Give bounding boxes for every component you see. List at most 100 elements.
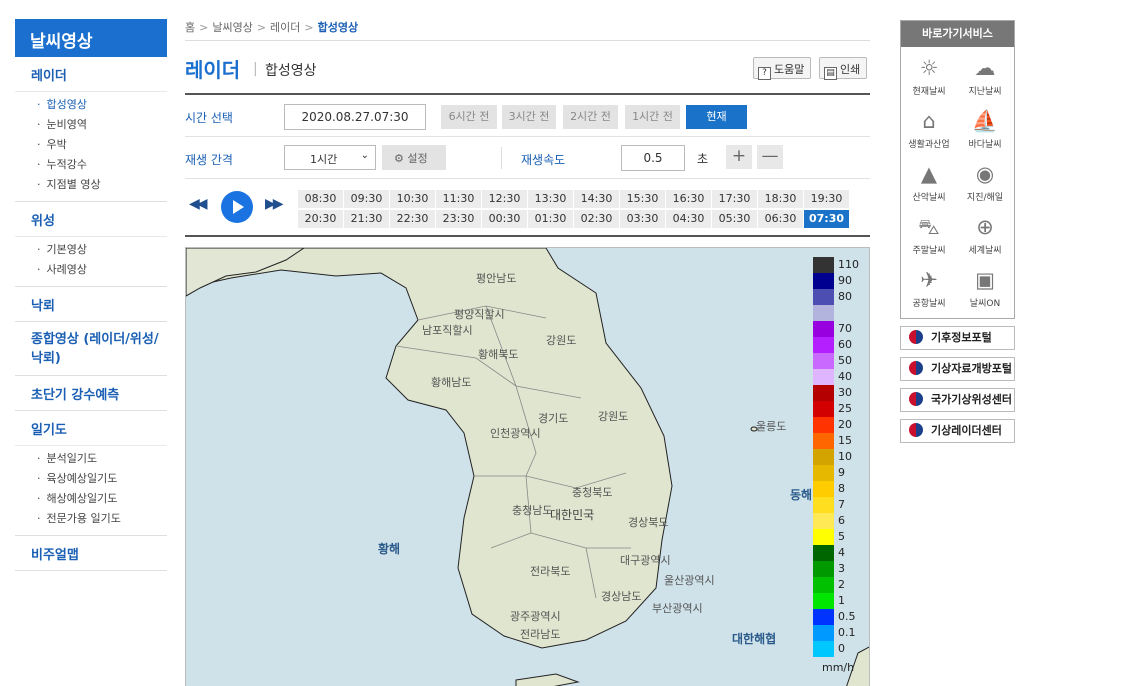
legend-label: 0.1 — [838, 626, 856, 639]
tv-icon: ▣ — [975, 268, 995, 292]
main-content: 홈 > 날씨영상 > 레이더 > 합성영상 레이더 | 합성영상 ? 도움말 ▤ 인쇄 시간 선… — [185, 19, 870, 686]
menu-group-radar: 레이더 합성영상 눈비영역 우박 누적강수 지점별 영상 — [15, 57, 167, 202]
quick-service-grid: ☼ 현재날씨 ☁ 지난날씨 ⌂ 생활과산업 ⛵ 바다날씨 ▲ 산악날씨 ◉ 지진/해일 ⛍ 주말날씨 ⊕ 세계… — [901, 47, 1014, 309]
quick-item[interactable]: ☼ 현재날씨 — [901, 53, 957, 106]
sea-label: 황해 — [378, 542, 401, 556]
time-slot[interactable]: 05:30 — [712, 210, 757, 228]
time-slot[interactable]: 02:30 — [574, 210, 619, 228]
time-slot[interactable]: 06:30 — [758, 210, 803, 228]
quick-item[interactable]: ▣ 날씨ON — [957, 265, 1013, 318]
time-slot[interactable]: 04:30 — [666, 210, 711, 228]
map-label: 대구광역시 — [620, 554, 671, 567]
two-hours-ago-button[interactable]: 2시간 전 — [563, 105, 618, 129]
quick-item[interactable]: ⌂ 생활과산업 — [901, 106, 957, 159]
breadcrumb-radar[interactable]: 레이더 — [270, 21, 300, 34]
speed-minus-button[interactable]: — — [757, 145, 783, 169]
radar-map[interactable]: 평안남도 평양직할시 남포직할시 황해북도 강원도 황해남도 경기도 강원도 인… — [185, 247, 870, 686]
breadcrumb-home[interactable]: 홈 — [185, 21, 195, 34]
settings-button[interactable]: ⚙ 설정 — [382, 145, 446, 170]
now-button[interactable]: 현재 — [686, 105, 747, 129]
menu-visual-map[interactable]: 비주얼맵 — [15, 536, 167, 570]
legend-label: 15 — [838, 434, 852, 447]
menu-lightning[interactable]: 낙뢰 — [15, 287, 167, 321]
title-divider: | — [253, 61, 258, 77]
menu-satellite-basic[interactable]: 기본영상 — [37, 240, 167, 260]
one-hour-ago-button[interactable]: 1시간 전 — [625, 105, 680, 129]
six-hours-ago-button[interactable]: 6시간 전 — [441, 105, 497, 129]
legend-label: 0 — [838, 642, 845, 655]
menu-radar[interactable]: 레이더 — [15, 57, 167, 91]
menu-radar-precip-area[interactable]: 눈비영역 — [37, 115, 167, 135]
time-slot[interactable]: 12:30 — [482, 190, 527, 208]
time-slot[interactable]: 21:30 — [344, 210, 389, 228]
help-icon: ? — [758, 67, 771, 80]
time-slot[interactable]: 16:30 — [666, 190, 711, 208]
legend-swatch — [813, 337, 834, 353]
time-slot[interactable]: 23:30 — [436, 210, 481, 228]
map-label: 전라남도 — [520, 628, 561, 641]
time-input[interactable]: 2020.08.27.07:30 — [284, 104, 426, 130]
fast-forward-icon[interactable]: ▶▶ — [265, 196, 283, 212]
portal-satellite-center[interactable]: 국가기상위성센터 — [900, 388, 1015, 412]
menu-satellite-case[interactable]: 사례영상 — [37, 260, 167, 280]
time-slot[interactable]: 09:30 — [344, 190, 389, 208]
time-slot[interactable]: 11:30 — [436, 190, 481, 208]
time-slot[interactable]: 14:30 — [574, 190, 619, 208]
breadcrumb-weather-video[interactable]: 날씨영상 — [212, 21, 252, 34]
quick-item[interactable]: ⛍ 주말날씨 — [901, 212, 957, 265]
portal-radar-center[interactable]: 기상레이더센터 — [900, 419, 1015, 443]
time-slot[interactable]: 17:30 — [712, 190, 757, 208]
quick-item[interactable]: ✈ 공항날씨 — [901, 265, 957, 318]
time-slot[interactable]: 10:30 — [390, 190, 435, 208]
time-slot[interactable]: 00:30 — [482, 210, 527, 228]
map-label: 인천광역시 — [490, 427, 541, 440]
map-label: 남포직할시 — [422, 324, 473, 337]
map-label: 평안남도 — [476, 272, 517, 285]
time-slots: 08:30 09:30 10:30 11:30 12:30 13:30 14:30 15:30… — [298, 190, 851, 230]
quick-item[interactable]: ▲ 산악날씨 — [901, 159, 957, 212]
quick-item[interactable]: ⛵ 바다날씨 — [957, 106, 1013, 159]
rewind-icon[interactable]: ◀◀ — [189, 196, 207, 212]
time-slot[interactable]: 20:30 — [298, 210, 343, 228]
menu-weather-chart[interactable]: 일기도 — [15, 411, 167, 445]
menu-composite[interactable]: 종합영상 (레이더/위성/낙뢰) — [15, 322, 167, 375]
time-slot[interactable]: 22:30 — [390, 210, 435, 228]
quick-item[interactable]: ⊕ 세계날씨 — [957, 212, 1013, 265]
menu-chart-land[interactable]: 육상예상일기도 — [37, 469, 167, 489]
help-button[interactable]: ? 도움말 — [753, 57, 812, 80]
menu-chart-analysis[interactable]: 분석일기도 — [37, 449, 167, 469]
menu-radar-composite[interactable]: 합성영상 — [37, 95, 167, 115]
time-slot[interactable]: 13:30 — [528, 190, 573, 208]
menu-radar-accumulated[interactable]: 누적강수 — [37, 155, 167, 175]
menu-radar-station[interactable]: 지점별 영상 — [37, 175, 167, 195]
three-hours-ago-button[interactable]: 3시간 전 — [502, 105, 556, 129]
interval-select[interactable]: 1시간 ⌄ — [284, 145, 376, 170]
quick-item-label: 현재날씨 — [912, 87, 946, 97]
quick-item[interactable]: ◉ 지진/해일 — [957, 159, 1013, 212]
speed-plus-button[interactable]: + — [726, 145, 752, 169]
menu-chart-sea[interactable]: 해상예상일기도 — [37, 489, 167, 509]
time-slot[interactable]: 07:30 — [804, 210, 849, 228]
menu-chart-expert[interactable]: 전문가용 일기도 — [37, 509, 167, 529]
print-button[interactable]: ▤ 인쇄 — [819, 57, 868, 80]
menu-nowcast[interactable]: 초단기 강수예측 — [15, 376, 167, 410]
play-button[interactable] — [221, 191, 253, 223]
time-slot[interactable]: 03:30 — [620, 210, 665, 228]
time-slot[interactable]: 19:30 — [804, 190, 849, 208]
menu-satellite[interactable]: 위성 — [15, 202, 167, 236]
quick-item[interactable]: ☁ 지난날씨 — [957, 53, 1013, 106]
right-panel: 바로가기서비스 ☼ 현재날씨 ☁ 지난날씨 ⌂ 생활과산업 ⛵ 바다날씨 ▲ 산악날씨 ◉ 지진/해일… — [900, 20, 1015, 443]
legend-label: 4 — [838, 546, 845, 559]
portal-climate[interactable]: 기후정보포털 — [900, 326, 1015, 350]
menu-group-satellite: 위성 기본영상 사례영상 — [15, 202, 167, 287]
house-icon: ⌂ — [922, 109, 936, 133]
portal-open-data[interactable]: 기상자료개방포털 — [900, 357, 1015, 381]
time-slot[interactable]: 15:30 — [620, 190, 665, 208]
legend-swatch — [813, 497, 834, 513]
menu-radar-hail[interactable]: 우박 — [37, 135, 167, 155]
speed-input[interactable]: 0.5 — [621, 145, 685, 171]
time-slot[interactable]: 18:30 — [758, 190, 803, 208]
time-slot[interactable]: 08:30 — [298, 190, 343, 208]
time-slot[interactable]: 01:30 — [528, 210, 573, 228]
sun-icon: ☼ — [919, 56, 939, 80]
